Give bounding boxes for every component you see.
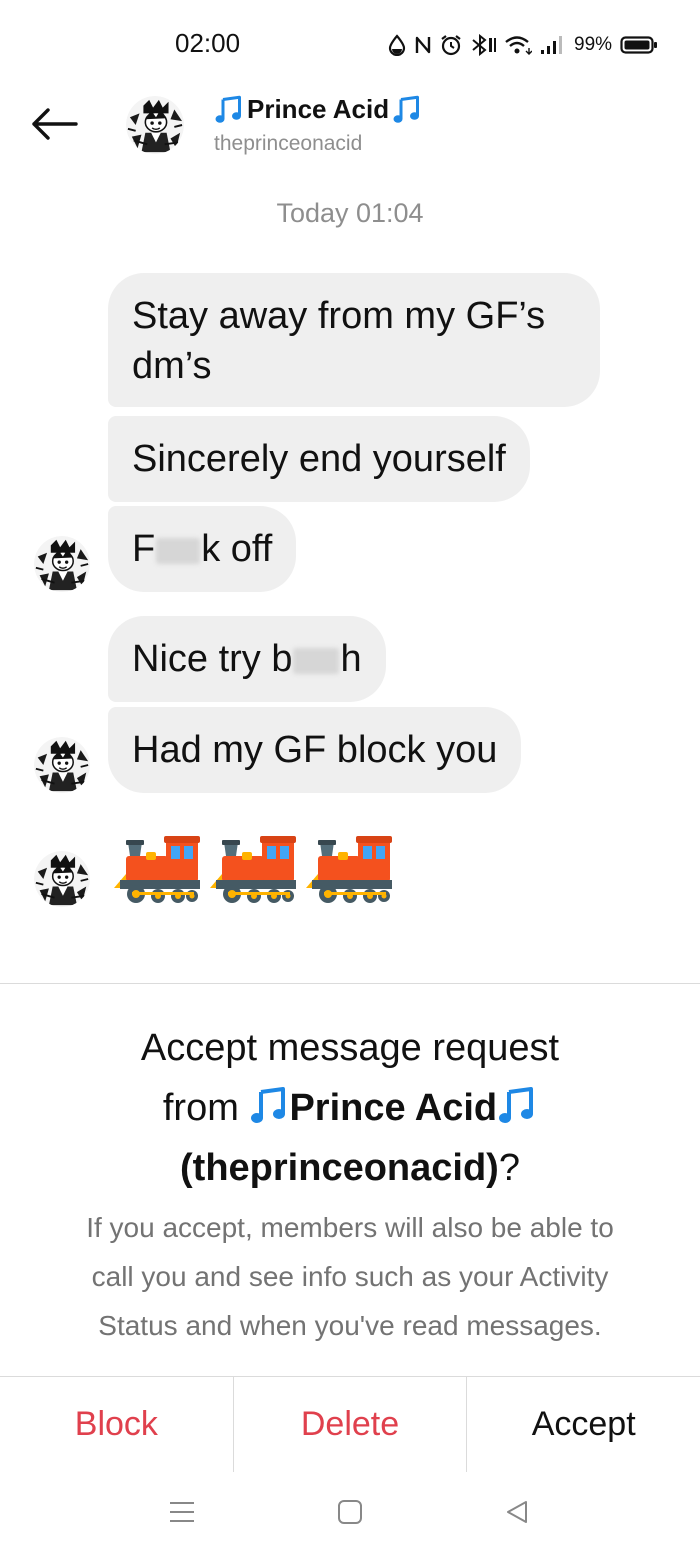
back-button[interactable] [28,104,80,148]
request-description: If you accept, members will also be able… [40,1203,660,1350]
musical-note-icon [497,1086,537,1126]
arrow-left-icon [30,107,78,146]
sender-avatar[interactable] [34,536,90,592]
system-nav-bar [0,1472,700,1556]
sender-avatar[interactable] [34,851,90,907]
request-description-line: Status and when you've read messages. [98,1310,602,1341]
home-button[interactable] [330,1498,370,1530]
profile-name[interactable]: Prince Acid [214,94,422,125]
message-text: Nice try b [132,638,293,680]
request-title-suffix: ? [498,1147,520,1189]
request-title: Accept message request from Prince Acid … [40,1018,660,1198]
request-title-from: from [162,1087,239,1129]
censor-blur [293,647,340,674]
nfc-icon [414,34,432,56]
message-bubble[interactable]: Fk off [108,506,297,592]
message-text: Had my GF block you [132,729,498,771]
profile-name-text: Prince Acid [247,94,390,124]
delete-button[interactable]: Delete [232,1377,467,1472]
bluetooth-icon [470,34,496,56]
musical-note-icon [249,1086,289,1126]
divider [0,983,700,984]
locomotive-emoji-icon [208,834,296,906]
message-text: Sincerely end yourself [132,438,506,480]
message-text: F [132,528,156,570]
profile-handle[interactable]: theprinceonacid [214,132,362,156]
request-description-line: If you accept, members will also be able… [86,1212,614,1243]
status-time: 02:00 [175,28,241,58]
wifi-icon [504,34,532,56]
home-square-icon [337,1499,363,1530]
menu-icon [169,1501,195,1528]
request-description-line: call you and see info such as your Activ… [91,1261,609,1292]
alarm-icon [440,34,462,56]
message-text: k off [201,528,273,570]
battery-icon [620,34,658,56]
musical-note-icon [214,95,244,125]
battery-percent: 99% [574,34,613,55]
block-button[interactable]: Block [0,1377,233,1472]
status-icons: 99% [388,30,658,60]
message-bubble[interactable]: Had my GF block you [108,707,522,793]
data-saver-icon [388,34,406,56]
request-actions: Block Delete Accept [0,1376,700,1472]
locomotive-emoji-icon [112,834,200,906]
request-title-name: Prince Acid [289,1087,498,1129]
accept-button[interactable]: Accept [466,1377,700,1472]
chat-header: Prince Acid theprinceonacid [0,88,700,168]
message-text: h [340,638,362,680]
message-bubble[interactable]: Nice try b h [108,616,386,702]
signal-icon [540,34,564,56]
request-title-prefix: Accept message request [140,1027,560,1069]
message-text-line: Stay away from my GF’s [132,295,546,337]
censor-blur [156,537,201,564]
message-bubble[interactable]: Sincerely end yourself [108,416,530,502]
emoji-message[interactable] [112,834,392,906]
avatar[interactable] [126,96,184,154]
status-bar: 02:00 99% [0,0,700,88]
message-text-line: dm’s [132,345,212,387]
musical-note-icon [392,95,422,125]
message-bubble[interactable]: Stay away from my GF’s dm’s [108,273,600,407]
system-back-button[interactable] [497,1498,537,1530]
recents-button[interactable] [162,1498,202,1530]
back-triangle-icon [504,1499,530,1530]
locomotive-emoji-icon [304,834,392,906]
chat-timestamp: Today 01:04 [276,198,424,228]
request-title-handle: (theprinceonacid) [180,1147,499,1189]
sender-avatar[interactable] [34,737,90,793]
